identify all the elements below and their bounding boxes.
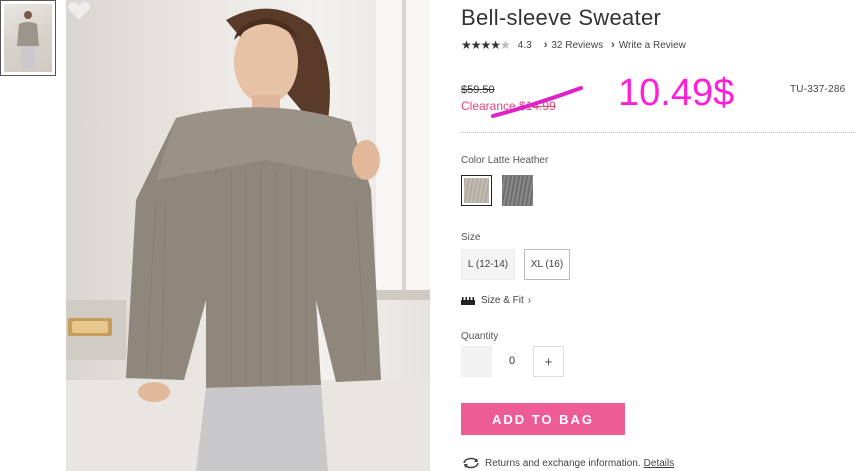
color-swatch-latte-heather[interactable]: [461, 175, 492, 206]
size-option-xl[interactable]: XL (16): [524, 249, 570, 280]
reviews-link[interactable]: › 32 Reviews: [544, 39, 603, 51]
returns-info: Returns and exchange information. Detail…: [461, 457, 674, 469]
add-to-bag-button[interactable]: ADD TO BAG: [461, 403, 625, 435]
color-swatch-gray[interactable]: [502, 175, 533, 206]
quantity-value[interactable]: 0: [502, 355, 522, 367]
selected-color: Latte Heather: [487, 155, 549, 166]
chevron-right-icon: ›: [611, 39, 615, 51]
rating-row: ★★★★★ 4.3 › 32 Reviews › Write a Review: [461, 38, 694, 52]
rating-value: 4.3: [517, 39, 532, 51]
heart-icon[interactable]: [66, 0, 92, 22]
refresh-icon: [463, 457, 479, 469]
thumbnail-image: [4, 4, 52, 72]
ruler-icon: [461, 296, 475, 305]
divider: [461, 132, 856, 133]
size-option-l[interactable]: L (12-14): [461, 249, 515, 280]
quantity-increase-button[interactable]: +: [533, 346, 564, 377]
quantity-label: Quantity: [461, 331, 499, 342]
product-title: Bell-sleeve Sweater: [461, 5, 662, 30]
write-review-link[interactable]: › Write a Review: [611, 39, 686, 51]
product-main-image: [66, 0, 430, 471]
size-fit-link[interactable]: Size & Fit ›: [461, 295, 531, 306]
quantity-decrease-button[interactable]: [461, 346, 492, 377]
details-link[interactable]: Details: [644, 458, 675, 469]
handwritten-price: 10.49$: [618, 72, 735, 114]
size-label: Size: [461, 232, 481, 243]
product-thumbnail[interactable]: [0, 0, 56, 76]
strike-annotation: [491, 86, 583, 118]
star-rating-icon: ★★★★★: [461, 38, 511, 52]
product-sku: TU-337-286: [790, 84, 846, 95]
chevron-right-icon: ›: [543, 39, 548, 51]
chevron-right-icon: ›: [527, 295, 532, 306]
original-price: $59.50: [461, 84, 495, 96]
color-label: Color Latte Heather: [461, 155, 549, 166]
